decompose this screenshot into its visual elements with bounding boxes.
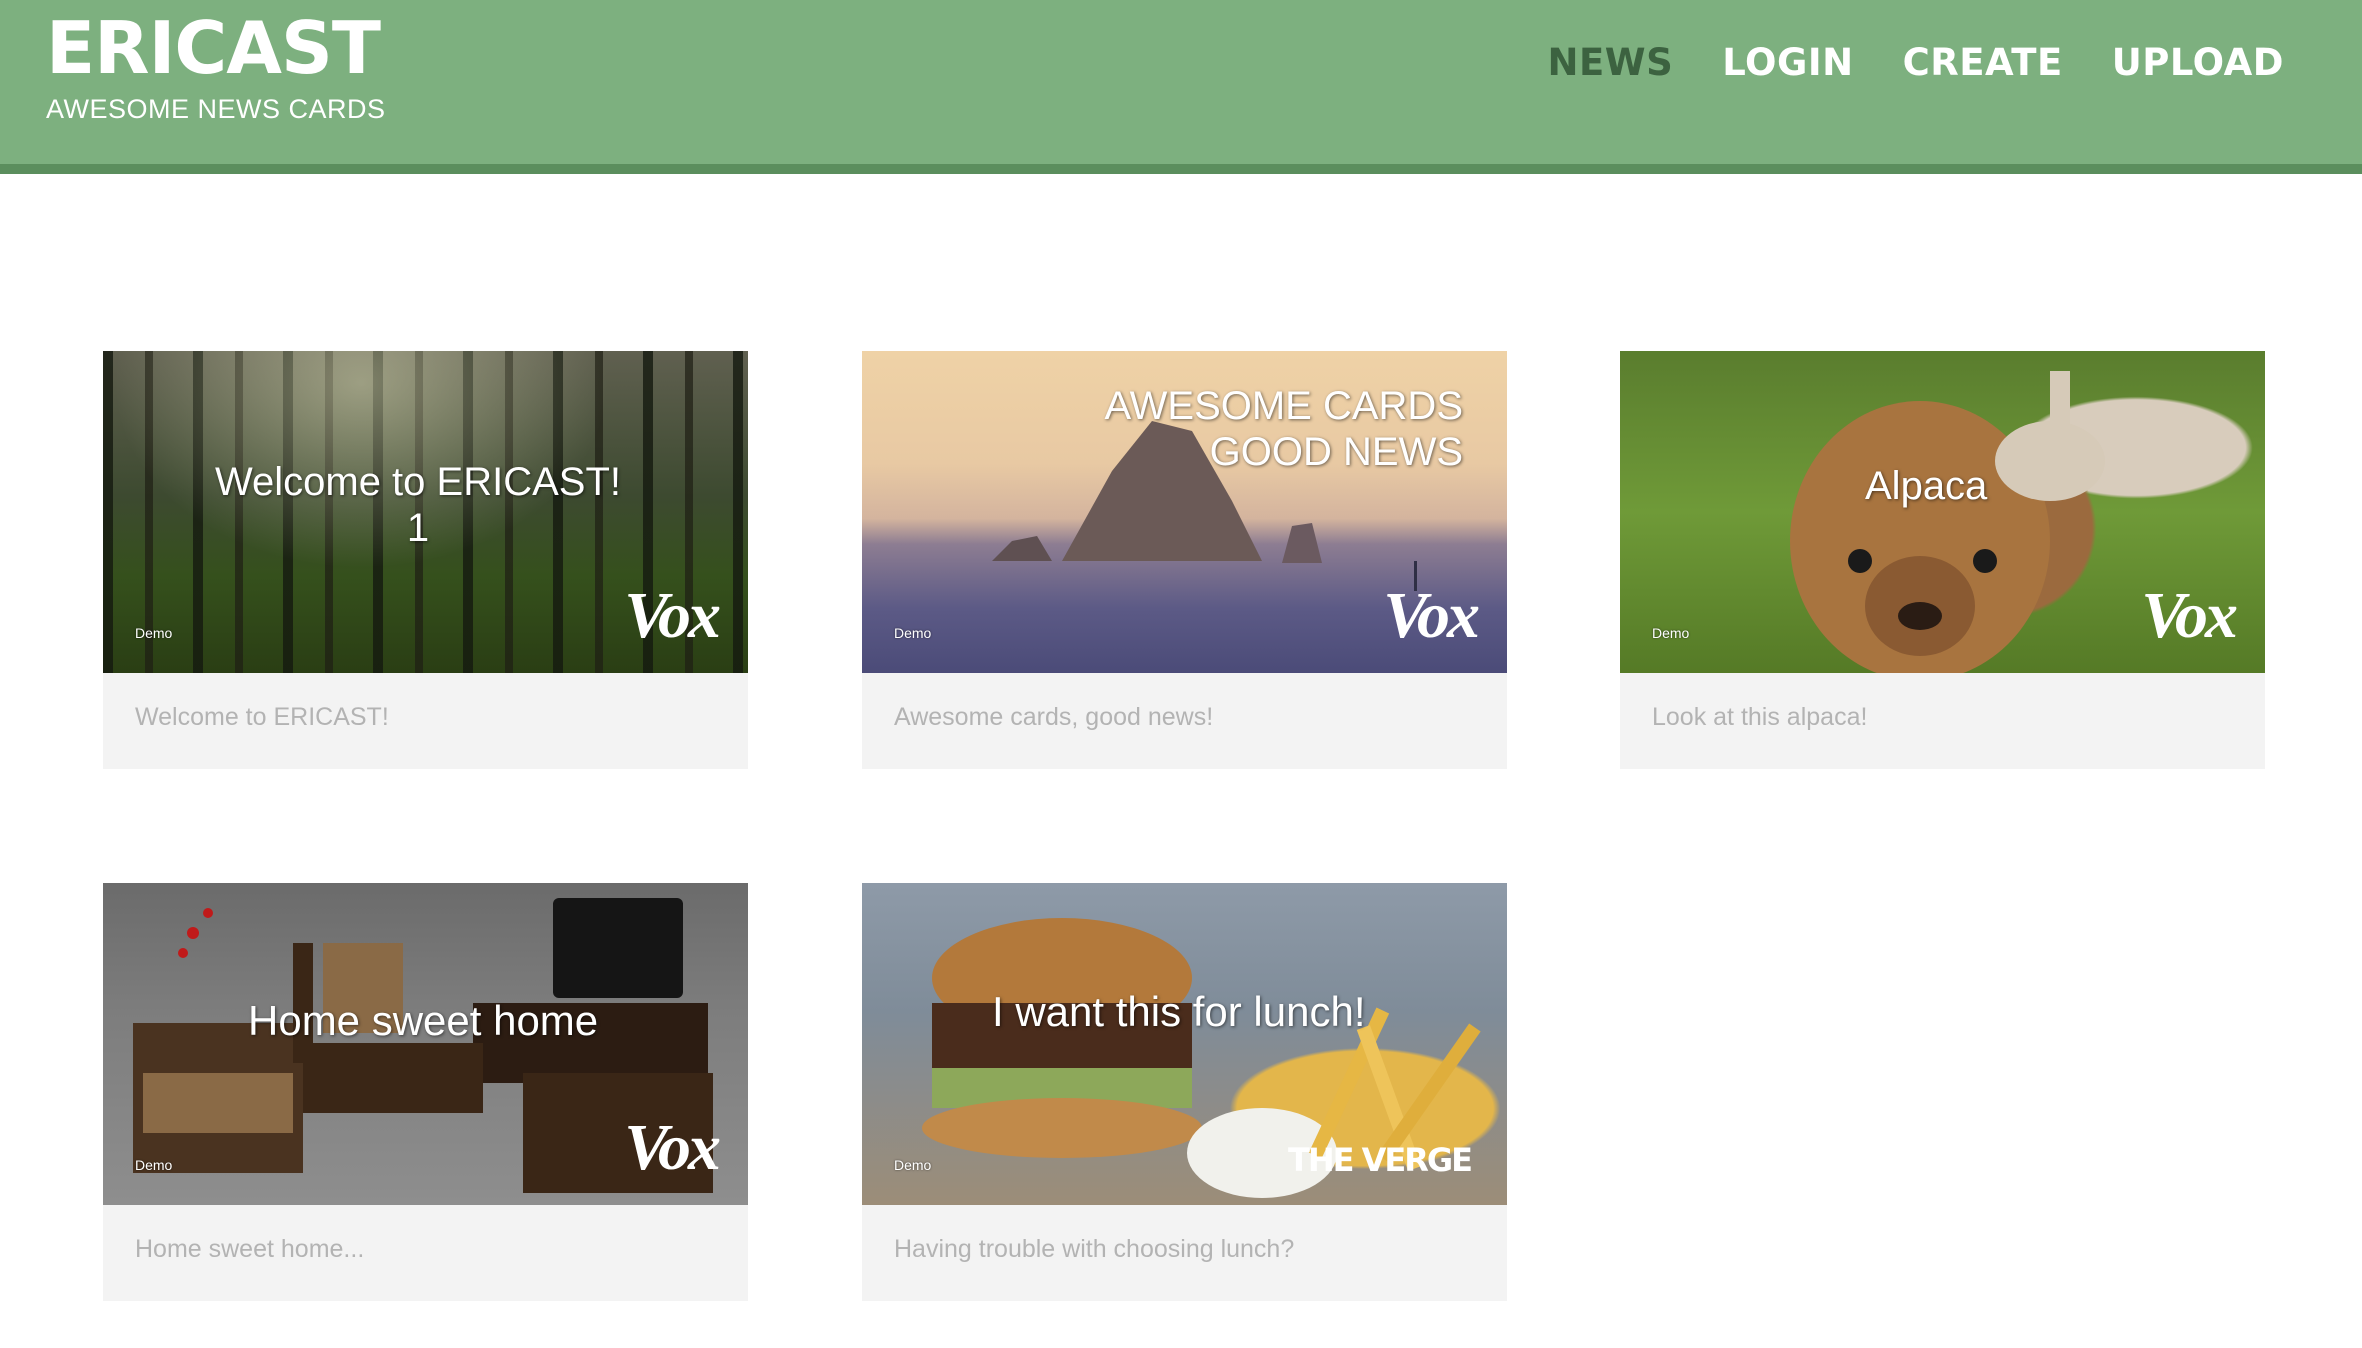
news-card-awesome[interactable]: AWESOME CARDS GOOD NEWS Demo Vox Awesome… (862, 351, 1507, 769)
vox-logo: Vox (2141, 579, 2238, 652)
news-card-welcome[interactable]: Welcome to ERICAST! 1 Demo Vox Welcome t… (103, 351, 748, 769)
nav-news[interactable]: NEWS (1548, 36, 1674, 90)
card-image[interactable]: I want this for lunch! Demo THE VERGE (862, 883, 1507, 1205)
card-image[interactable]: Alpaca Demo Vox (1620, 351, 2265, 673)
card-caption: Home sweet home... (135, 1235, 365, 1263)
card-caption: Look at this alpaca! (1652, 703, 1868, 731)
nav-create[interactable]: CREATE (1903, 36, 2063, 90)
card-demo-tag: Demo (894, 625, 932, 641)
card-image[interactable]: AWESOME CARDS GOOD NEWS Demo Vox (862, 351, 1507, 673)
nav-upload[interactable]: UPLOAD (2112, 36, 2284, 90)
card-image[interactable]: Home sweet home Demo Vox (103, 883, 748, 1205)
site-title[interactable]: ERICAST (46, 8, 381, 88)
card-overlay-title: Welcome to ERICAST! 1 (103, 459, 733, 551)
card-overlay-title-line2: GOOD NEWS (1209, 430, 1463, 474)
news-card-home[interactable]: Home sweet home Demo Vox Home sweet home… (103, 883, 748, 1301)
card-overlay-title: Alpaca (1865, 464, 1988, 508)
card-demo-tag: Demo (135, 1157, 173, 1173)
nav-login[interactable]: LOGIN (1722, 36, 1853, 90)
card-caption: Welcome to ERICAST! (135, 703, 389, 731)
card-image[interactable]: Welcome to ERICAST! 1 Demo Vox (103, 351, 748, 673)
site-subtitle: AWESOME NEWS CARDS (46, 94, 386, 124)
card-overlay-title: I want this for lunch! (992, 988, 1366, 1035)
main-nav: NEWS LOGIN CREATE UPLOAD (1548, 36, 2284, 90)
vox-logo: Vox (624, 579, 721, 652)
card-caption: Having trouble with choosing lunch? (894, 1235, 1295, 1263)
card-demo-tag: Demo (894, 1157, 932, 1173)
vox-logo: Vox (624, 1111, 721, 1184)
card-demo-tag: Demo (1652, 625, 1690, 641)
the-verge-logo: THE VERGE (1288, 1141, 1473, 1179)
vox-logo: Vox (1383, 579, 1480, 652)
card-overlay-title: Home sweet home (248, 997, 599, 1044)
site-header: ERICAST AWESOME NEWS CARDS NEWS LOGIN CR… (0, 0, 2362, 174)
card-demo-tag: Demo (135, 625, 173, 641)
card-overlay-title-line1: AWESOME CARDS (1104, 384, 1463, 428)
card-overlay-title-line1: Welcome to ERICAST! (214, 460, 622, 504)
card-overlay-title: AWESOME CARDS GOOD NEWS (1104, 383, 1463, 475)
card-caption: Awesome cards, good news! (894, 703, 1214, 731)
card-overlay-title-line2: 1 (406, 506, 430, 550)
news-card-lunch[interactable]: I want this for lunch! Demo THE VERGE Ha… (862, 883, 1507, 1301)
news-card-alpaca[interactable]: Alpaca Demo Vox Look at this alpaca! (1620, 351, 2265, 769)
